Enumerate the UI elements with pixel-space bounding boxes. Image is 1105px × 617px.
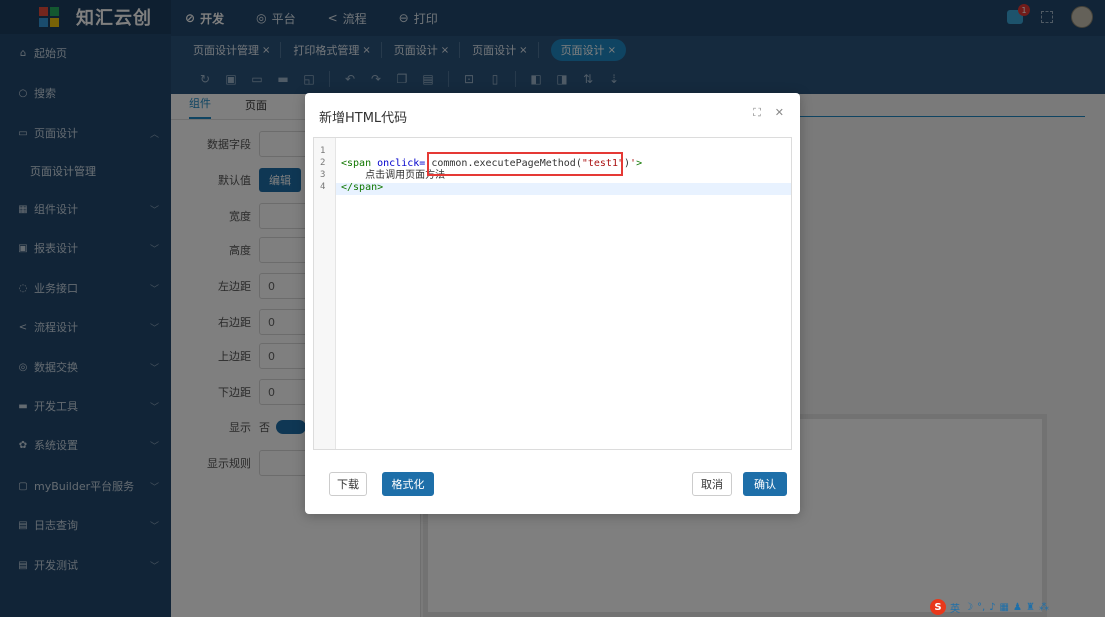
line-gutter: 1 2 3 4	[314, 138, 336, 449]
download-button[interactable]: 下载	[329, 472, 367, 496]
cancel-button[interactable]: 取消	[692, 472, 732, 496]
close-icon[interactable]: ✕	[775, 106, 784, 120]
mic-icon[interactable]: ♪	[989, 602, 995, 613]
annotation-highlight	[427, 152, 623, 176]
user-icon[interactable]: ♟	[1013, 602, 1022, 613]
code-line-4: </span>	[341, 182, 383, 194]
code-tag-open: <span	[341, 158, 378, 169]
ime-lang[interactable]: 英	[950, 600, 960, 615]
maximize-icon[interactable]: ⛶	[753, 106, 761, 120]
line-number: 2	[320, 158, 326, 168]
keyboard-icon[interactable]: ▦	[1000, 602, 1009, 613]
menu-grid-icon[interactable]: ⁂	[1039, 602, 1049, 613]
add-html-dialog: 新增HTML代码 ⛶ ✕ 1 2 3 4 <span onclick='comm…	[305, 93, 800, 514]
line-number: 1	[320, 146, 326, 156]
dialog-footer: 下载 格式化 取消 确认	[305, 465, 800, 505]
code-tag-end: >	[636, 158, 643, 169]
code-tag-close: </span>	[341, 182, 384, 193]
code-attr: onclick=	[377, 158, 426, 169]
punctuation-icon[interactable]: °,	[977, 602, 985, 613]
line-number: 3	[320, 170, 326, 180]
ime-toolbar: S 英 ☽ °, ♪ ▦ ♟ ♜ ⁂	[930, 599, 1100, 615]
ime-logo-icon[interactable]: S	[930, 599, 946, 615]
shirt-icon[interactable]: ♜	[1026, 602, 1035, 613]
dialog-title: 新增HTML代码	[319, 111, 408, 126]
confirm-button[interactable]: 确认	[743, 472, 787, 496]
moon-icon[interactable]: ☽	[964, 602, 973, 613]
line-number: 4	[320, 182, 326, 192]
dialog-controls: ⛶ ✕	[753, 106, 784, 120]
code-editor[interactable]: 1 2 3 4 <span onclick='common.executePag…	[313, 137, 792, 450]
active-line-highlight	[336, 183, 791, 195]
format-button[interactable]: 格式化	[382, 472, 434, 496]
